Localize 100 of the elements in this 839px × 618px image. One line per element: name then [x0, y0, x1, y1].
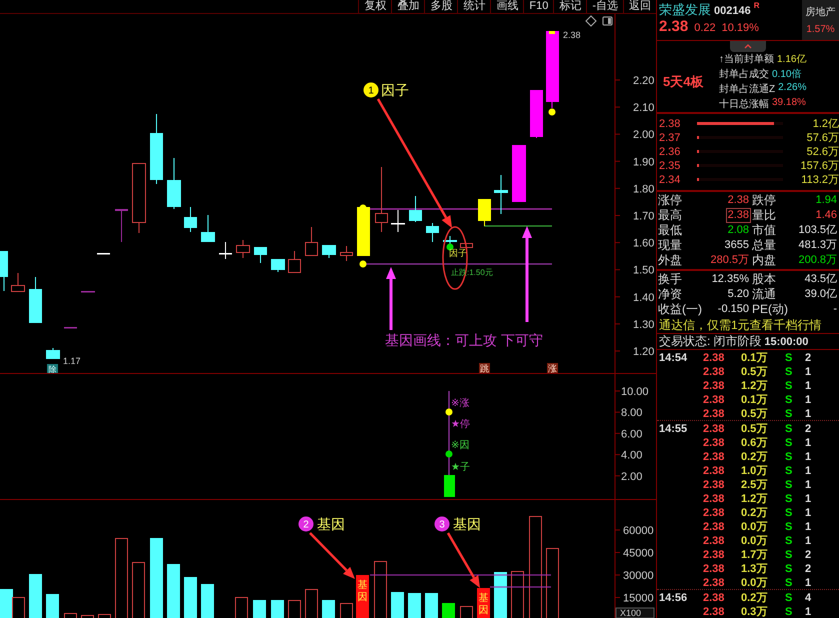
candlestick: [132, 162, 146, 234]
volume-bar: [391, 592, 404, 618]
bid-price: 2.38: [658, 118, 682, 130]
trade-time: 14:54: [658, 352, 688, 364]
promo-link[interactable]: 通达信，仅需1元查看千档行情: [657, 318, 839, 334]
axis-label: 1.70: [633, 210, 654, 222]
candlestick: [46, 348, 60, 360]
info-value: 2.26%: [778, 82, 806, 96]
candlestick: [81, 290, 95, 292]
price-change: 0.22: [694, 22, 716, 34]
stat-value: 1.46: [814, 208, 838, 223]
trade-count: 1: [804, 450, 812, 462]
candlestick: [288, 250, 301, 274]
candlestick: [29, 276, 42, 324]
trade-count: 1: [804, 366, 812, 378]
trade-price: 2.38: [702, 534, 726, 546]
axis-label: 2.20: [633, 75, 654, 87]
trade-side: S: [784, 422, 794, 434]
trade-side: S: [784, 366, 794, 378]
signal-label: ★子: [451, 462, 470, 473]
signal-dot: [548, 108, 556, 116]
info-label: 十日总涨幅: [719, 98, 769, 112]
trade-count: 1: [804, 506, 812, 518]
axis-label: 6.00: [621, 428, 642, 440]
signal-label: ★停: [451, 419, 470, 430]
stat-value: 280.5万: [709, 253, 750, 268]
volume-bar: [184, 577, 197, 618]
trade-price: 2.38: [702, 422, 726, 434]
trade-price: 2.38: [702, 520, 726, 532]
sector-panel[interactable]: 房地产 1.57%: [802, 0, 839, 40]
trade-count: 1: [804, 436, 812, 448]
axis-label: 2.00: [633, 129, 654, 142]
stock-code: 002146: [714, 5, 751, 17]
callout-text: 基因: [317, 516, 345, 532]
trade-time: 14:56: [658, 592, 688, 604]
trade-volume: 1.7万: [740, 548, 768, 562]
stat-value: 2.38: [726, 208, 751, 223]
stat-value: -: [832, 302, 838, 317]
volume-bar: [271, 600, 284, 618]
stat-value: 103.5亿: [797, 223, 838, 238]
bid-price: 2.37: [658, 132, 682, 144]
candlestick: [184, 206, 197, 232]
diamond-icon[interactable]: [585, 15, 597, 27]
trade-volume: 0.3万: [740, 605, 768, 618]
trade-count: 2: [804, 562, 812, 574]
trade-count: 1: [804, 606, 812, 618]
limit-up-mark: [549, 31, 555, 34]
trade-volume: 0.0万: [740, 534, 768, 548]
stat-label: 股本: [751, 272, 777, 287]
trade-price: 2.38: [702, 506, 726, 518]
volume-bar: [442, 603, 455, 618]
trade-side: S: [784, 606, 794, 618]
axis-label: 15000: [623, 592, 654, 604]
arrow: [309, 532, 355, 579]
trade-count: 2: [804, 422, 812, 434]
stat-label: 内盘: [751, 253, 777, 268]
trade-price: 2.38: [702, 562, 726, 574]
status-time: 15:00:00: [764, 336, 808, 348]
callout-text: 基因: [453, 516, 481, 532]
candlestick: [271, 258, 285, 272]
price-label: 2.38: [563, 30, 581, 40]
stat-value: 2.38: [726, 193, 750, 208]
labeled-volume-bar: 基因: [356, 575, 369, 618]
stat-label: 涨停: [657, 193, 683, 208]
stat-value: 2.08: [726, 223, 750, 238]
trade-side: S: [784, 464, 794, 476]
trade-side: S: [784, 478, 794, 490]
trade-volume: 0.5万: [740, 422, 768, 436]
axis-label: 1.80: [633, 183, 654, 196]
candlestick: [305, 226, 318, 256]
trade-time: 14:55: [658, 422, 688, 434]
candlestick: [357, 206, 370, 256]
candlestick: [340, 246, 353, 262]
candlestick: [375, 166, 388, 232]
trade-count: 1: [804, 492, 812, 504]
stat-label: 最高: [657, 208, 683, 223]
last-price: 2.38: [659, 18, 688, 35]
candlestick: [150, 114, 163, 184]
ex-dividend-badge: 除: [47, 364, 58, 374]
axis-label: 1.20: [633, 346, 654, 358]
trade-side: S: [784, 492, 794, 504]
panel-toggle-icon[interactable]: [602, 16, 612, 26]
sector-name: 房地产: [806, 6, 836, 19]
trade-volume: 1.2万: [740, 492, 768, 506]
stat-value: 43.5亿: [804, 272, 838, 287]
signal-label: ※涨: [451, 398, 470, 409]
volume-bar: [408, 593, 421, 618]
candlestick: [0, 250, 8, 292]
trade-price: 2.38: [702, 548, 726, 560]
number-badge: 3: [434, 516, 450, 532]
stat-value: 3655: [724, 238, 750, 253]
stat-label: 量比: [751, 208, 777, 223]
axis-label: 60000: [623, 525, 654, 537]
support-line: [490, 586, 552, 588]
collapse-button[interactable]: [730, 40, 766, 52]
candlestick: [546, 30, 559, 102]
candlestick: [167, 158, 181, 210]
stat-value: 1.94: [814, 193, 838, 208]
trade-count: 1: [804, 464, 812, 476]
trade-price: 2.38: [702, 592, 726, 604]
